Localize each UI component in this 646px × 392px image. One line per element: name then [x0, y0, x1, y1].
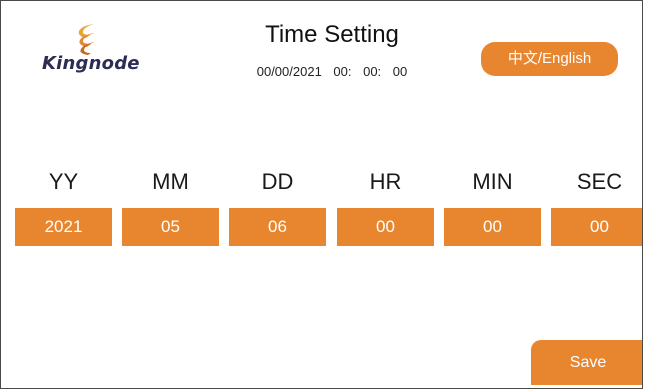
field-month: MM 05 — [122, 166, 219, 246]
field-label-minute: MIN — [472, 169, 513, 194]
day-input[interactable]: 06 — [229, 208, 326, 246]
field-label-year: YY — [48, 169, 79, 194]
field-label-day: DD — [261, 169, 294, 194]
field-day: DD 06 — [229, 166, 326, 246]
hour-input[interactable]: 00 — [337, 208, 434, 246]
field-year: YY 2021 — [15, 166, 112, 246]
field-minute: MIN 00 — [444, 166, 541, 246]
kingnode-logo: Kingnode — [39, 23, 159, 83]
year-input[interactable]: 2021 — [15, 208, 112, 246]
field-hour: HR 00 — [337, 166, 434, 246]
minute-input[interactable]: 00 — [444, 208, 541, 246]
current-datetime: 00/00/2021 00: 00: 00 — [256, 64, 408, 79]
page-title: Time Setting — [265, 21, 399, 48]
field-second: SEC 00 — [551, 166, 642, 246]
field-label-hour: HR — [369, 169, 402, 194]
logo-mark-icon — [78, 24, 95, 55]
language-toggle-button[interactable]: 中文/English — [481, 42, 618, 76]
time-setting-screen: Kingnode Time Setting 00/00/2021 00: 00:… — [0, 0, 643, 389]
month-input[interactable]: 05 — [122, 208, 219, 246]
second-input[interactable]: 00 — [551, 208, 642, 246]
logo-text: Kingnode — [42, 53, 140, 74]
field-label-month: MM — [152, 169, 189, 194]
save-button[interactable]: Save — [531, 340, 642, 385]
field-label-second: SEC — [576, 169, 623, 194]
